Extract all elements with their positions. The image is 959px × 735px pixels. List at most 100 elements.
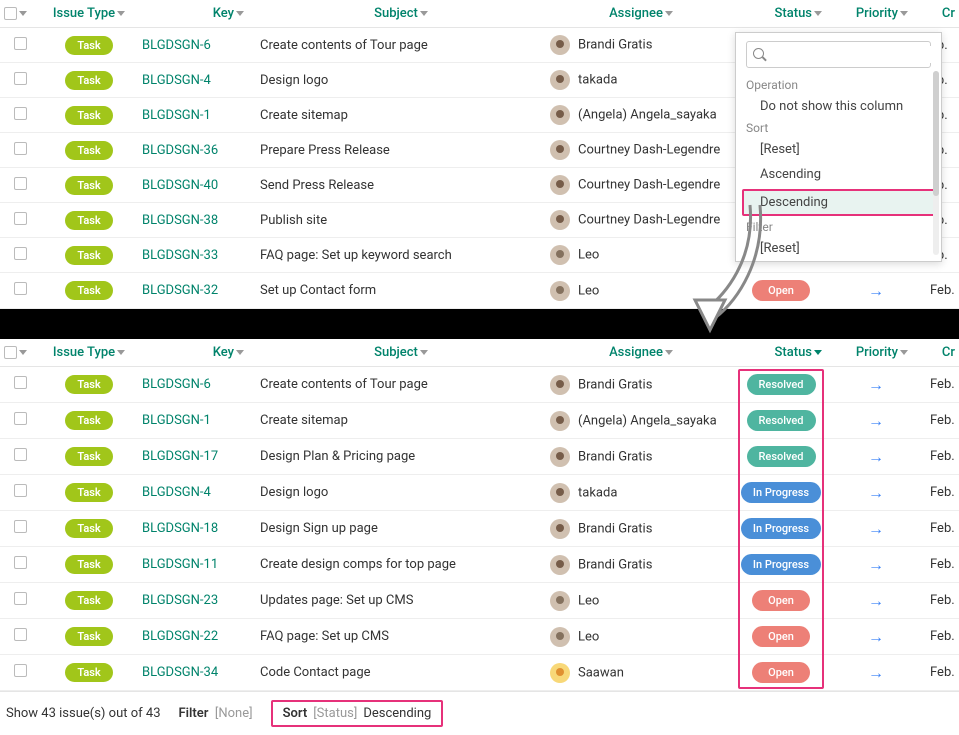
assignee-cell[interactable]: takada xyxy=(546,475,736,511)
issue-key-link[interactable]: BLGDSGN-40 xyxy=(138,168,256,203)
issue-subject[interactable]: Design logo xyxy=(256,63,546,98)
column-header-subject[interactable]: Subject xyxy=(256,339,546,367)
issue-key-link[interactable]: BLGDSGN-32 xyxy=(138,273,256,309)
chevron-down-icon[interactable] xyxy=(814,11,822,16)
filter-value[interactable]: [None] xyxy=(215,706,253,721)
issue-key-link[interactable]: BLGDSGN-17 xyxy=(138,439,256,475)
chevron-down-icon[interactable] xyxy=(117,11,125,16)
status-cell[interactable]: Resolved xyxy=(736,403,826,439)
issue-subject[interactable]: Prepare Press Release xyxy=(256,133,546,168)
row-checkbox[interactable] xyxy=(14,72,27,85)
chevron-down-icon[interactable] xyxy=(420,11,428,16)
issue-key-link[interactable]: BLGDSGN-38 xyxy=(138,203,256,238)
status-cell[interactable]: Open xyxy=(736,583,826,619)
issue-subject[interactable]: Set up Contact form xyxy=(256,273,546,309)
row-checkbox[interactable] xyxy=(14,556,27,569)
assignee-cell[interactable]: Brandi Gratis xyxy=(546,439,736,475)
row-checkbox[interactable] xyxy=(14,282,27,295)
issue-subject[interactable]: Design logo xyxy=(256,475,546,511)
issue-key-link[interactable]: BLGDSGN-33 xyxy=(138,238,256,273)
dropdown-scrollbar[interactable] xyxy=(933,71,939,255)
issue-subject[interactable]: Code Contact page xyxy=(256,655,546,691)
column-header-key[interactable]: Key xyxy=(138,0,256,28)
status-cell[interactable]: In Progress xyxy=(736,547,826,583)
chevron-down-icon[interactable] xyxy=(117,350,125,355)
dropdown-search-input[interactable] xyxy=(746,41,931,68)
assignee-cell[interactable]: takada xyxy=(546,63,736,98)
row-checkbox[interactable] xyxy=(14,212,27,225)
row-checkbox[interactable] xyxy=(14,37,27,50)
row-checkbox[interactable] xyxy=(14,628,27,641)
dropdown-item-sort-reset[interactable]: [Reset] xyxy=(736,137,941,162)
issue-subject[interactable]: Create contents of Tour page xyxy=(256,28,546,63)
issue-key-link[interactable]: BLGDSGN-6 xyxy=(138,367,256,403)
table-row[interactable]: TaskBLGDSGN-4Design logotakadaIn Progres… xyxy=(0,475,959,511)
status-cell[interactable]: In Progress xyxy=(736,475,826,511)
table-row[interactable]: TaskBLGDSGN-6Create contents of Tour pag… xyxy=(0,367,959,403)
assignee-cell[interactable]: Brandi Gratis xyxy=(546,28,736,63)
table-row[interactable]: TaskBLGDSGN-32Set up Contact formLeoOpen… xyxy=(0,273,959,309)
issue-key-link[interactable]: BLGDSGN-4 xyxy=(138,63,256,98)
issue-subject[interactable]: FAQ page: Set up CMS xyxy=(256,619,546,655)
dropdown-item-hide-column[interactable]: Do not show this column xyxy=(736,94,941,119)
status-cell[interactable]: Open xyxy=(736,273,826,309)
row-checkbox[interactable] xyxy=(14,142,27,155)
issue-subject[interactable]: Create sitemap xyxy=(256,98,546,133)
assignee-cell[interactable]: Brandi Gratis xyxy=(546,511,736,547)
issue-subject[interactable]: Design Sign up page xyxy=(256,511,546,547)
issue-subject[interactable]: FAQ page: Set up keyword search xyxy=(256,238,546,273)
table-row[interactable]: TaskBLGDSGN-11Create design comps for to… xyxy=(0,547,959,583)
assignee-cell[interactable]: (Angela) Angela_sayaka xyxy=(546,403,736,439)
column-header-subject[interactable]: Subject xyxy=(256,0,546,28)
column-header-created[interactable]: Cr xyxy=(926,0,959,28)
status-cell[interactable]: Open xyxy=(736,655,826,691)
status-cell[interactable]: Open xyxy=(736,619,826,655)
row-checkbox[interactable] xyxy=(14,247,27,260)
dropdown-item-sort-asc[interactable]: Ascending xyxy=(736,162,941,187)
column-header-assignee[interactable]: Assignee xyxy=(546,339,736,367)
assignee-cell[interactable]: Leo xyxy=(546,619,736,655)
issue-key-link[interactable]: BLGDSGN-22 xyxy=(138,619,256,655)
row-checkbox[interactable] xyxy=(14,177,27,190)
assignee-cell[interactable]: Courtney Dash-Legendre xyxy=(546,203,736,238)
row-checkbox[interactable] xyxy=(14,664,27,677)
issue-subject[interactable]: Updates page: Set up CMS xyxy=(256,583,546,619)
dropdown-item-sort-desc[interactable]: Descending xyxy=(742,189,935,216)
row-checkbox[interactable] xyxy=(14,592,27,605)
table-row[interactable]: TaskBLGDSGN-22FAQ page: Set up CMSLeoOpe… xyxy=(0,619,959,655)
chevron-down-icon[interactable] xyxy=(814,350,822,355)
issue-key-link[interactable]: BLGDSGN-6 xyxy=(138,28,256,63)
issue-key-link[interactable]: BLGDSGN-23 xyxy=(138,583,256,619)
column-header-issue-type[interactable]: Issue Type xyxy=(40,0,138,28)
column-header-key[interactable]: Key xyxy=(138,339,256,367)
status-cell[interactable]: In Progress xyxy=(736,511,826,547)
row-checkbox[interactable] xyxy=(14,412,27,425)
row-checkbox[interactable] xyxy=(14,448,27,461)
chevron-down-icon[interactable] xyxy=(665,350,673,355)
chevron-down-icon[interactable] xyxy=(420,350,428,355)
chevron-down-icon[interactable] xyxy=(19,350,27,355)
chevron-down-icon[interactable] xyxy=(900,350,908,355)
chevron-down-icon[interactable] xyxy=(236,11,244,16)
chevron-down-icon[interactable] xyxy=(19,11,27,16)
column-header-issue-type[interactable]: Issue Type xyxy=(40,339,138,367)
issue-key-link[interactable]: BLGDSGN-11 xyxy=(138,547,256,583)
issue-subject[interactable]: Design Plan & Pricing page xyxy=(256,439,546,475)
issue-subject[interactable]: Create sitemap xyxy=(256,403,546,439)
issue-key-link[interactable]: BLGDSGN-4 xyxy=(138,475,256,511)
column-header-priority[interactable]: Priority xyxy=(826,0,926,28)
issue-key-link[interactable]: BLGDSGN-34 xyxy=(138,655,256,691)
column-header-status[interactable]: Status xyxy=(736,339,826,367)
sort-indicator[interactable]: Sort [Status] Descending xyxy=(271,700,444,727)
issue-key-link[interactable]: BLGDSGN-36 xyxy=(138,133,256,168)
table-row[interactable]: TaskBLGDSGN-23Updates page: Set up CMSLe… xyxy=(0,583,959,619)
issue-subject[interactable]: Publish site xyxy=(256,203,546,238)
row-checkbox[interactable] xyxy=(14,376,27,389)
status-cell[interactable]: Resolved xyxy=(736,367,826,403)
assignee-cell[interactable]: Courtney Dash-Legendre xyxy=(546,133,736,168)
chevron-down-icon[interactable] xyxy=(665,11,673,16)
assignee-cell[interactable]: Saawan xyxy=(546,655,736,691)
issue-key-link[interactable]: BLGDSGN-1 xyxy=(138,98,256,133)
chevron-down-icon[interactable] xyxy=(236,350,244,355)
column-header-created[interactable]: Cr xyxy=(926,339,959,367)
